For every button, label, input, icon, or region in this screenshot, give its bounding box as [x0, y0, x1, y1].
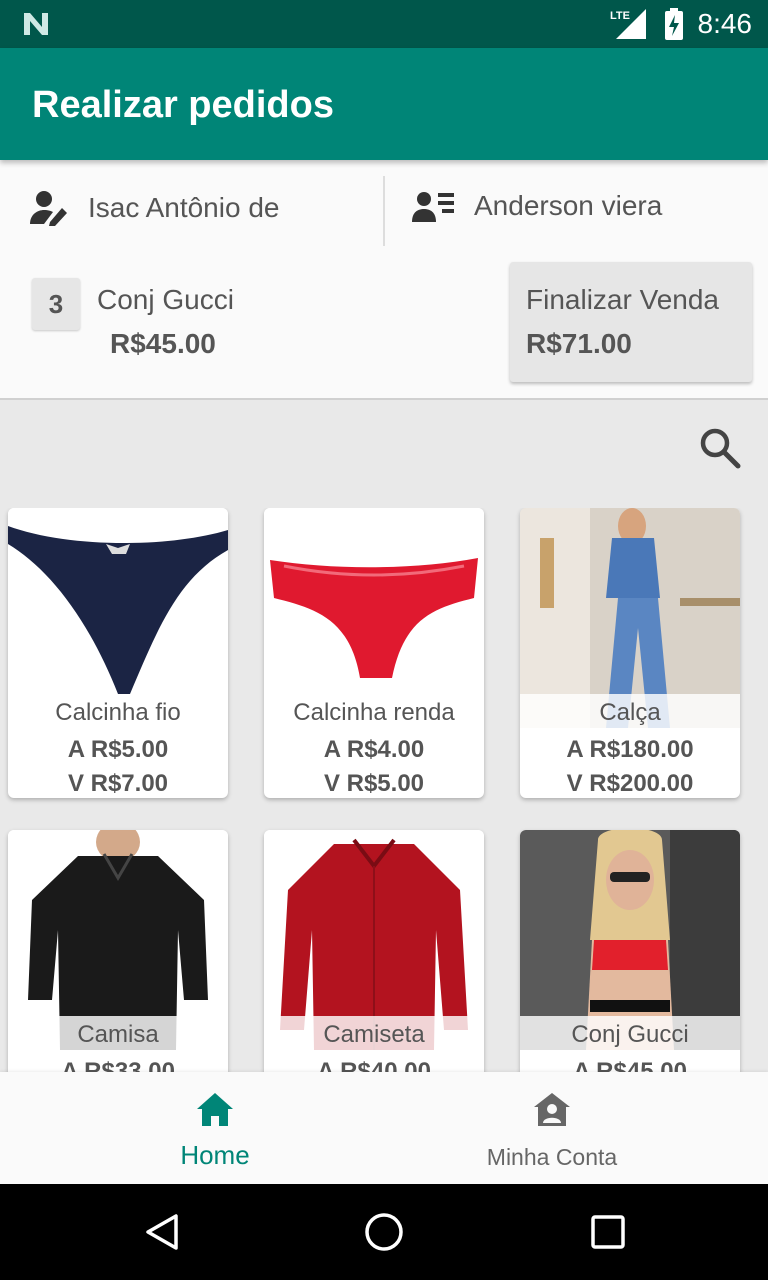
product-price-a: A R$40.00 — [317, 1058, 431, 1072]
product-name: Camiseta — [264, 1016, 484, 1050]
bottom-navigation: Home Minha Conta — [0, 1072, 768, 1184]
battery-charging-icon — [664, 8, 683, 40]
status-bar: LTE 8:46 — [0, 0, 768, 48]
nav-account-label: Minha Conta — [486, 1144, 618, 1170]
page-title: Realizar pedidos — [32, 84, 334, 126]
seller-selector[interactable]: Isac Antônio de — [30, 190, 279, 226]
product-price-a: A R$45.00 — [573, 1058, 687, 1072]
client-selector[interactable]: Anderson viera — [412, 190, 662, 222]
finalize-sale-button[interactable]: Finalizar Venda R$71.00 — [510, 262, 752, 382]
product-card[interactable]: Camisa A R$33.00 — [8, 830, 228, 1072]
home-icon — [197, 1093, 233, 1126]
lte-signal-icon: LTE — [610, 9, 646, 39]
nav-home-label: Home — [180, 1140, 250, 1170]
product-price-a: A R$4.00 — [323, 736, 425, 763]
product-name: Calça — [520, 694, 740, 728]
order-header: Isac Antônio de Anderson viera 3 Conj Gu… — [0, 160, 768, 400]
product-price-v: V R$7.00 — [67, 770, 169, 797]
product-name: Conj Gucci — [520, 1016, 740, 1050]
product-card[interactable]: Camiseta A R$40.00 — [264, 830, 484, 1072]
product-card[interactable]: Calça A R$180.00 V R$200.00 — [520, 508, 740, 798]
nav-account[interactable]: Minha Conta — [360, 1072, 744, 1184]
user-edit-icon — [30, 191, 67, 226]
product-price-a: A R$33.00 — [61, 1058, 175, 1072]
product-card[interactable]: Conj Gucci A R$45.00 — [520, 830, 740, 1072]
finalize-label: Finalizar Venda — [526, 284, 720, 315]
back-icon[interactable] — [142, 1212, 182, 1252]
seller-name: Isac Antônio de — [88, 192, 280, 223]
svg-text:LTE: LTE — [610, 10, 630, 22]
recents-icon[interactable] — [588, 1212, 628, 1252]
product-name: Camisa — [8, 1016, 228, 1050]
current-item-price: R$45.00 — [110, 328, 216, 359]
product-card[interactable]: Calcinha fio A R$5.00 V R$7.00 — [8, 508, 228, 798]
notification-n-icon — [24, 13, 48, 35]
account-house-icon — [534, 1093, 570, 1126]
product-card[interactable]: Calcinha renda A R$4.00 V R$5.00 — [264, 508, 484, 798]
item-quantity-badge[interactable]: 3 — [32, 278, 80, 330]
product-name: Calcinha renda — [264, 694, 484, 728]
app-bar: Realizar pedidos — [0, 48, 768, 160]
product-price-a: A R$180.00 — [566, 736, 694, 763]
client-list-icon — [412, 192, 454, 222]
current-item-name: Conj Gucci — [97, 284, 234, 315]
home-circle-icon[interactable] — [364, 1212, 404, 1252]
product-price-a: A R$5.00 — [67, 736, 169, 763]
clock: 8:46 — [697, 8, 753, 39]
order-total: R$71.00 — [526, 328, 632, 359]
header-divider — [383, 176, 385, 246]
status-right: LTE 8:46 — [610, 0, 753, 48]
system-nav-bar — [0, 1184, 768, 1280]
product-price-v: V R$5.00 — [323, 770, 425, 797]
client-name: Anderson viera — [474, 190, 663, 221]
nav-home[interactable]: Home — [23, 1072, 407, 1184]
product-price-v: V R$200.00 — [566, 770, 694, 797]
product-name: Calcinha fio — [8, 694, 228, 728]
search-icon[interactable] — [698, 426, 742, 470]
product-grid: Calcinha fio A R$5.00 V R$7.00 Calcinha … — [0, 508, 768, 1072]
